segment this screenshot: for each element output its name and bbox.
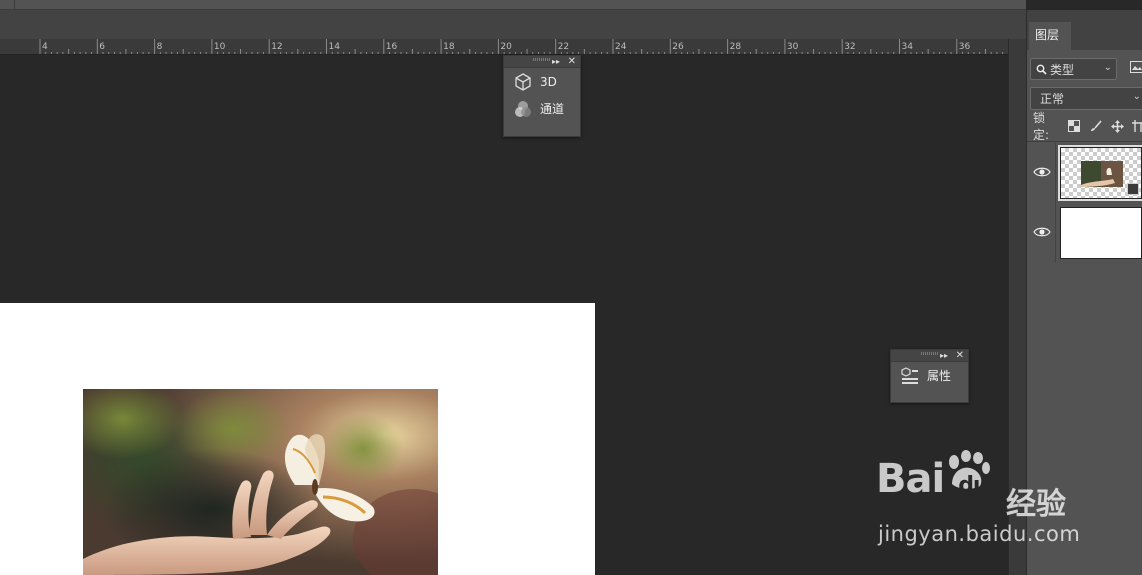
3d-cube-icon [514,72,532,91]
chevron-down-icon: ⌄ [1132,91,1141,102]
panel-grip[interactable] [920,352,939,355]
photoshop-window: 4 6 8 10 12 14 16 18 20 22 24 26 28 30 32 34 36 [0,0,1142,575]
ruler-label: 6 [99,42,105,52]
options-bar [0,0,1026,10]
panel-item-label: 通道 [540,102,565,116]
ruler-label: 14 [329,42,341,52]
ruler-label: 32 [844,42,855,52]
ruler-label: 36 [959,42,971,52]
channels-icon [514,100,532,118]
layer-thumbnail [1060,207,1142,259]
ruler-label: 10 [214,42,226,52]
eye-icon[interactable] [1033,225,1051,239]
divider [1055,203,1056,263]
document-tab-bar [0,10,1026,39]
divider [1055,143,1056,203]
ruler-label: 26 [672,42,684,52]
ruler-label: 16 [386,42,398,52]
panel-item-label: 3D [540,74,557,89]
ruler-label: 8 [157,42,163,52]
tab-layers[interactable]: 图层 [1029,22,1071,50]
ruler-label: 28 [730,42,742,52]
search-icon [1036,64,1047,75]
layers-panel: 图层 类型 ⌄ 正常 ⌄ 锁定: [1026,10,1142,575]
lock-artboard-icon[interactable] [1132,119,1142,133]
ruler-label: 18 [443,42,455,52]
blend-mode-value: 正常 [1040,92,1065,106]
butterfly-photo[interactable] [83,389,438,575]
filter-label: 类型 [1050,62,1075,77]
ruler-label: 22 [558,42,569,52]
horizontal-ruler[interactable]: 4 6 8 10 12 14 16 18 20 22 24 26 28 30 32 34 36 [0,39,1008,55]
ruler-label: 34 [902,42,914,52]
ruler-label: 24 [615,42,627,52]
panel-item-label: 属性 [927,369,952,383]
layer-row-background[interactable] [1027,203,1142,263]
panel-item-3d[interactable]: 3D [504,68,580,95]
smart-object-icon [1127,183,1139,195]
layer-thumbnail-image [1081,161,1123,187]
panel-item-properties[interactable]: 属性 [891,362,968,389]
ruler-ticks: 4 6 8 10 12 14 16 18 20 22 24 26 28 30 32 34 36 [39,39,1004,54]
collapse-icon[interactable]: ▸▸ [940,350,948,362]
ruler-label: 30 [787,42,799,52]
panel-grip[interactable] [533,58,551,61]
eye-icon[interactable] [1033,165,1051,179]
divider [1027,141,1142,142]
lock-paint-brush-icon[interactable] [1089,119,1102,133]
ruler-label: 4 [42,42,48,52]
layers-tabbar: 图层 [1027,10,1142,50]
properties-icon [901,366,919,385]
lock-transparency-icon[interactable] [1068,119,1081,133]
layer-thumbnail [1058,145,1142,201]
close-icon[interactable]: ✕ [956,350,964,362]
vertical-scrollbar[interactable] [1008,39,1026,575]
panel-header[interactable]: ▸▸ ✕ [504,56,580,68]
ruler-label: 12 [271,42,282,52]
lock-row: 锁定: [1033,111,1142,142]
layer-filter-select[interactable]: 类型 ⌄ [1030,58,1117,80]
layer-row-photo[interactable] [1027,143,1142,203]
panel-header[interactable]: ▸▸ ✕ [891,350,968,362]
floating-panel-properties: ▸▸ ✕ 属性 [890,349,969,403]
blend-mode-select[interactable]: 正常 ⌄ [1030,87,1142,110]
lock-label: 锁定: [1033,111,1050,142]
ruler-label: 20 [500,42,512,52]
chevron-down-icon: ⌄ [1103,62,1112,73]
butterfly-hand-image [83,389,438,575]
panel-item-channels[interactable]: 通道 [504,95,580,122]
close-icon[interactable]: ✕ [568,56,576,68]
collapse-icon[interactable]: ▸▸ [552,56,560,68]
image-filter-icon[interactable] [1130,61,1142,73]
floating-panel-3d-channels: ▸▸ ✕ 3D 通道 [503,55,581,137]
lock-move-icon[interactable] [1110,119,1124,133]
